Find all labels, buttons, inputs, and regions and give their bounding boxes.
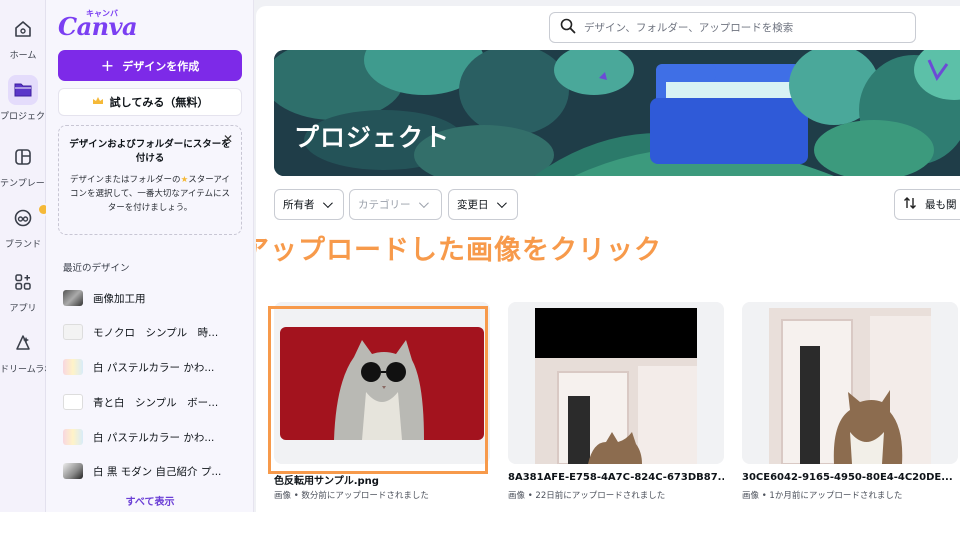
card-meta: 画像 • 数分前にアップロードされました [274, 491, 429, 501]
star-tip-body-before: デザインまたはフォルダーの [70, 175, 181, 185]
create-design-button[interactable]: + デザインを作成 [58, 50, 242, 81]
recent-design-item[interactable]: 画像加工用 [63, 287, 243, 309]
brand-icon [8, 203, 46, 233]
recent-design-label: 白 パステルカラー かわ... [93, 431, 215, 444]
card-filename: 色反転用サンプル.png [274, 476, 379, 487]
chevron-down-icon [496, 198, 507, 209]
cat-shelf-image [508, 302, 724, 464]
card-thumbnail [742, 302, 958, 464]
logo-subtitle: キャンバ [86, 9, 118, 18]
recent-design-label: 白 パステルカラー かわ... [93, 361, 215, 374]
projects-hero-banner: プロジェクト [274, 50, 960, 176]
card-meta: 画像 • 1か月前にアップロードされました [742, 491, 903, 501]
rail-item-brand[interactable]: ブランド [0, 203, 46, 250]
dreamlab-icon [8, 328, 38, 358]
rail-label: アプリ [9, 304, 37, 314]
recent-design-item[interactable]: モノクロ シンプル 時... [63, 321, 243, 343]
sort-icon [903, 196, 917, 213]
recent-design-label: 白 黒 モダン 自己紹介 プ... [93, 465, 222, 478]
show-all-link[interactable]: すべて表示 [46, 493, 254, 508]
side-panel: Canva キャンバ + デザインを作成 試してみる（無料） ✕ デザインおよび… [46, 0, 254, 512]
template-icon [8, 142, 38, 172]
sort-button[interactable]: 最も関 [894, 189, 960, 220]
card-meta: 画像 • 22日前にアップロードされました [508, 491, 666, 501]
main-content: プロジェクト 所有者 カテゴリー 変更日 最も関 アップロードした画像をクリック [256, 6, 960, 512]
chevron-down-icon [322, 198, 333, 209]
recent-designs-heading: 最近のデザイン [63, 263, 130, 274]
sort-label: 最も関 [925, 199, 957, 211]
design-thumbnail [63, 394, 83, 410]
filter-owner-label: 所有者 [283, 199, 315, 211]
page-title: プロジェクト [294, 123, 451, 152]
chevron-down-icon [418, 198, 429, 209]
recent-design-label: モノクロ シンプル 時... [93, 326, 219, 339]
filter-modified[interactable]: 変更日 [448, 189, 518, 220]
recent-design-label: 画像加工用 [93, 292, 146, 305]
rail-item-apps[interactable]: アプリ [0, 267, 46, 314]
card-filename: 30CE6042-9165-4950-80E4-4C20DE... [742, 472, 953, 483]
plus-icon: + [100, 55, 115, 75]
filter-category-label: カテゴリー [358, 199, 411, 211]
design-thumbnail [63, 290, 83, 306]
search-icon [560, 18, 576, 38]
rail-item-templates[interactable]: テンプレート [0, 142, 46, 189]
design-thumbnail [63, 463, 83, 479]
recent-design-item[interactable]: 白 パステルカラー かわ... [63, 426, 243, 448]
card-filename: 8A381AFE-E758-4A7C-824C-673DB87... [508, 472, 724, 483]
star-tip-body: デザインまたはフォルダーの★スターアイコンを選択して、一番大切なアイテムにスター… [69, 173, 231, 215]
home-icon [8, 14, 38, 44]
crown-badge-icon [37, 203, 46, 216]
create-design-label: デザインを作成 [122, 59, 200, 73]
filter-modified-label: 変更日 [457, 199, 489, 211]
close-icon[interactable]: ✕ [223, 132, 233, 146]
rail-item-home[interactable]: ホーム [0, 14, 46, 61]
search-input[interactable] [584, 21, 904, 34]
recent-design-item[interactable]: 青と白 シンプル ボー... [63, 391, 243, 413]
cat-shelf-image [742, 302, 958, 464]
try-pro-label: 試してみる（無料） [109, 96, 209, 109]
crown-icon [92, 96, 104, 109]
rail-item-projects[interactable]: プロジェクト [0, 75, 46, 122]
recent-design-item[interactable]: 白 パステルカラー かわ... [63, 356, 243, 378]
rail-label: ホーム [9, 51, 37, 61]
rail-label: ドリームラボ [0, 365, 46, 375]
annotation-highlight-box [268, 306, 488, 474]
star-tip-title: デザインおよびフォルダーにスターを付ける [69, 139, 231, 164]
star-tip-box: ✕ デザインおよびフォルダーにスターを付ける デザインまたはフォルダーの★スター… [58, 125, 242, 235]
rail-item-dreamlab[interactable]: ドリームラボ [0, 328, 46, 375]
rail-label: プロジェクト [0, 112, 46, 122]
recent-design-label: 青と白 シンプル ボー... [93, 396, 219, 409]
search-bar[interactable] [549, 12, 916, 43]
left-rail: ホーム プロジェクト テンプレート ブランド アプリ [0, 0, 46, 512]
design-thumbnail [63, 359, 83, 375]
hero-illustration [274, 50, 960, 176]
rail-label: ブランド [4, 240, 41, 250]
apps-icon [8, 267, 38, 297]
canva-app: ホーム プロジェクト テンプレート ブランド アプリ [0, 0, 960, 512]
try-pro-button[interactable]: 試してみる（無料） [58, 88, 242, 116]
card-thumbnail [508, 302, 724, 464]
design-thumbnail [63, 429, 83, 445]
upload-card[interactable]: 30CE6042-9165-4950-80E4-4C20DE... 画像 • 1… [742, 302, 958, 502]
filter-owner[interactable]: 所有者 [274, 189, 344, 220]
folder-icon [8, 75, 38, 105]
design-thumbnail [63, 324, 83, 340]
filter-category[interactable]: カテゴリー [349, 189, 442, 220]
bottom-margin [0, 512, 960, 540]
instruction-annotation: アップロードした画像をクリック [256, 235, 662, 266]
upload-card[interactable]: 8A381AFE-E758-4A7C-824C-673DB87... 画像 • … [508, 302, 724, 502]
recent-design-item[interactable]: 白 黒 モダン 自己紹介 プ... [63, 460, 243, 482]
rail-label: テンプレート [0, 179, 46, 189]
